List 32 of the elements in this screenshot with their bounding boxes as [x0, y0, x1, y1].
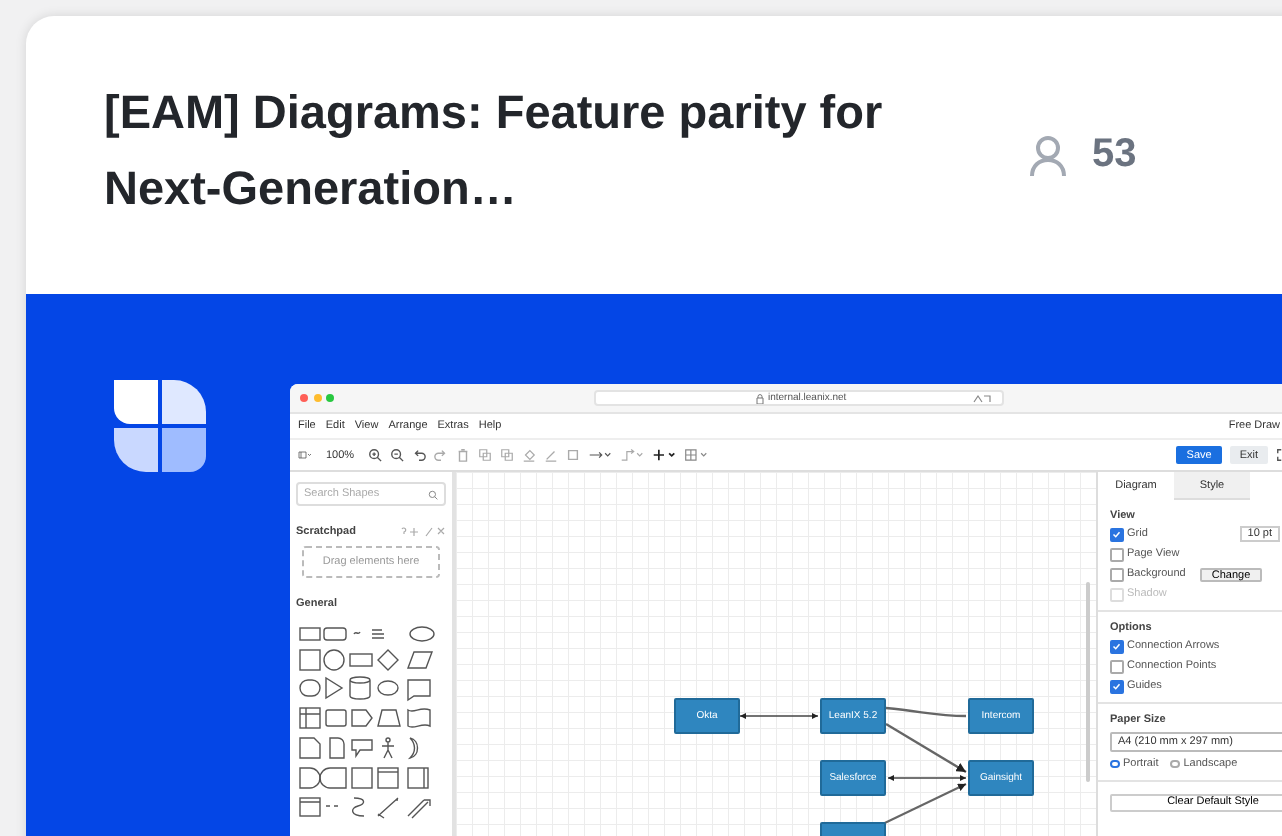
pencil-icon[interactable] — [544, 448, 559, 462]
checkbox[interactable] — [1110, 680, 1123, 693]
follower-count: 53 — [1092, 132, 1137, 178]
zoom-out-icon[interactable] — [390, 448, 405, 462]
radio-button[interactable] — [1170, 759, 1180, 768]
redo-icon[interactable] — [434, 448, 449, 462]
delete-icon[interactable] — [456, 448, 471, 462]
sidebar-toggle-icon[interactable] — [298, 448, 312, 462]
person-icon — [1026, 133, 1070, 177]
checkbox[interactable] — [1110, 548, 1123, 561]
to-front-icon[interactable] — [478, 448, 493, 462]
radio-button[interactable] — [1110, 759, 1119, 768]
plus-icon[interactable] — [652, 448, 677, 462]
search-icon — [428, 489, 438, 499]
card-title[interactable]: [EAM] Diagrams: Feature parity for Next-Generation… — [104, 73, 944, 225]
connection-style-icon[interactable] — [588, 448, 613, 462]
checkbox[interactable] — [1110, 640, 1123, 653]
connector — [885, 706, 966, 718]
checkbox[interactable] — [1110, 528, 1123, 541]
checkbox[interactable] — [1110, 568, 1123, 581]
scratchpad-tools-icon[interactable] — [398, 526, 446, 538]
checkbox[interactable] — [1110, 660, 1123, 673]
undo-icon[interactable] — [412, 448, 427, 462]
squares-logo-icon — [114, 380, 206, 472]
connector — [739, 712, 819, 720]
fill-color-icon[interactable] — [522, 448, 537, 462]
shadow-icon[interactable] — [566, 448, 581, 462]
window-controls-icon[interactable] — [300, 394, 334, 402]
lock-icon — [756, 393, 764, 403]
scrollbar[interactable] — [1086, 582, 1090, 782]
zoom-in-icon[interactable] — [368, 448, 383, 462]
to-back-icon[interactable] — [500, 448, 515, 462]
